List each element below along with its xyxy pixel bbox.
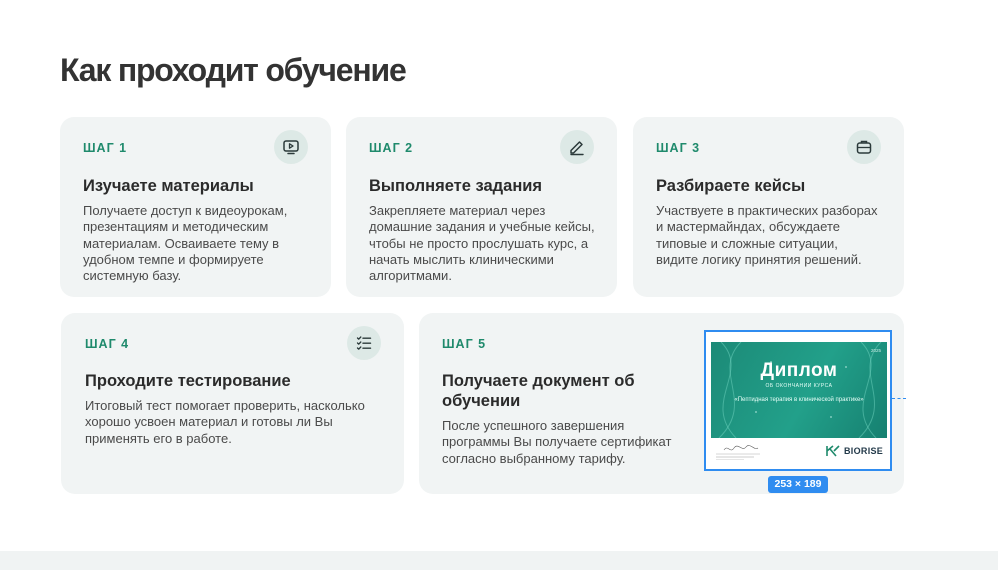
step-card-3: ШАГ 3 Разбираете кейсы Участвуете в прак… <box>633 117 904 297</box>
diploma-year: 2025 <box>870 348 881 353</box>
video-play-icon <box>274 130 308 164</box>
step-label: ШАГ 2 <box>369 141 414 155</box>
step-description: Получаете доступ к видеоурокам, презента… <box>83 203 288 284</box>
step-description: Закрепляете материал через домашние зада… <box>369 203 595 284</box>
signature-icon <box>716 445 760 460</box>
step-label: ШАГ 5 <box>442 337 487 351</box>
step-description: После успешного завершения программы Вы … <box>442 418 672 466</box>
image-size-badge: 253 × 189 <box>768 476 828 493</box>
step-card-2: ШАГ 2 Выполняете задания Закрепляете мат… <box>346 117 617 297</box>
footer-band <box>0 551 998 570</box>
diploma-image[interactable]: 2025 Диплом об окончании курса «Пептидна… <box>704 330 892 471</box>
step-title: Разбираете кейсы <box>656 177 806 195</box>
brand-name: BIORISE <box>844 446 884 456</box>
pencil-icon <box>560 130 594 164</box>
step-description: Участвуете в практических разборах и мас… <box>656 203 878 267</box>
checklist-icon <box>347 326 381 360</box>
step-title: Проходите тестирование <box>85 372 291 390</box>
step-title: Получаете документ об обучении <box>442 372 635 410</box>
step-label: ШАГ 4 <box>85 337 130 351</box>
step-label: ШАГ 1 <box>83 141 128 155</box>
diploma-course: «Пептидная терапия в клинической практик… <box>734 397 864 403</box>
biorise-logo-icon <box>826 445 840 457</box>
step-title: Выполняете задания <box>369 177 543 195</box>
diploma-title: Диплом <box>760 360 838 381</box>
step-title: Изучаете материалы <box>83 177 254 195</box>
step-card-4: ШАГ 4 Проходите тестирование Итоговый те… <box>61 313 404 494</box>
selection-guide <box>892 398 906 399</box>
dna-pattern-icon <box>718 342 882 438</box>
step-label: ШАГ 3 <box>656 141 701 155</box>
page-title: Как проходит обучение <box>60 52 407 88</box>
step-card-1: ШАГ 1 Изучаете материалы Получаете досту… <box>60 117 331 297</box>
diploma-banner: 2025 Диплом об окончании курса «Пептидна… <box>711 342 887 438</box>
diploma-subtitle: об окончании курса <box>765 383 833 389</box>
diploma-brand: BIORISE <box>826 445 883 457</box>
step-description: Итоговый тест помогает проверить, наскол… <box>85 398 365 446</box>
briefcase-icon <box>847 130 881 164</box>
